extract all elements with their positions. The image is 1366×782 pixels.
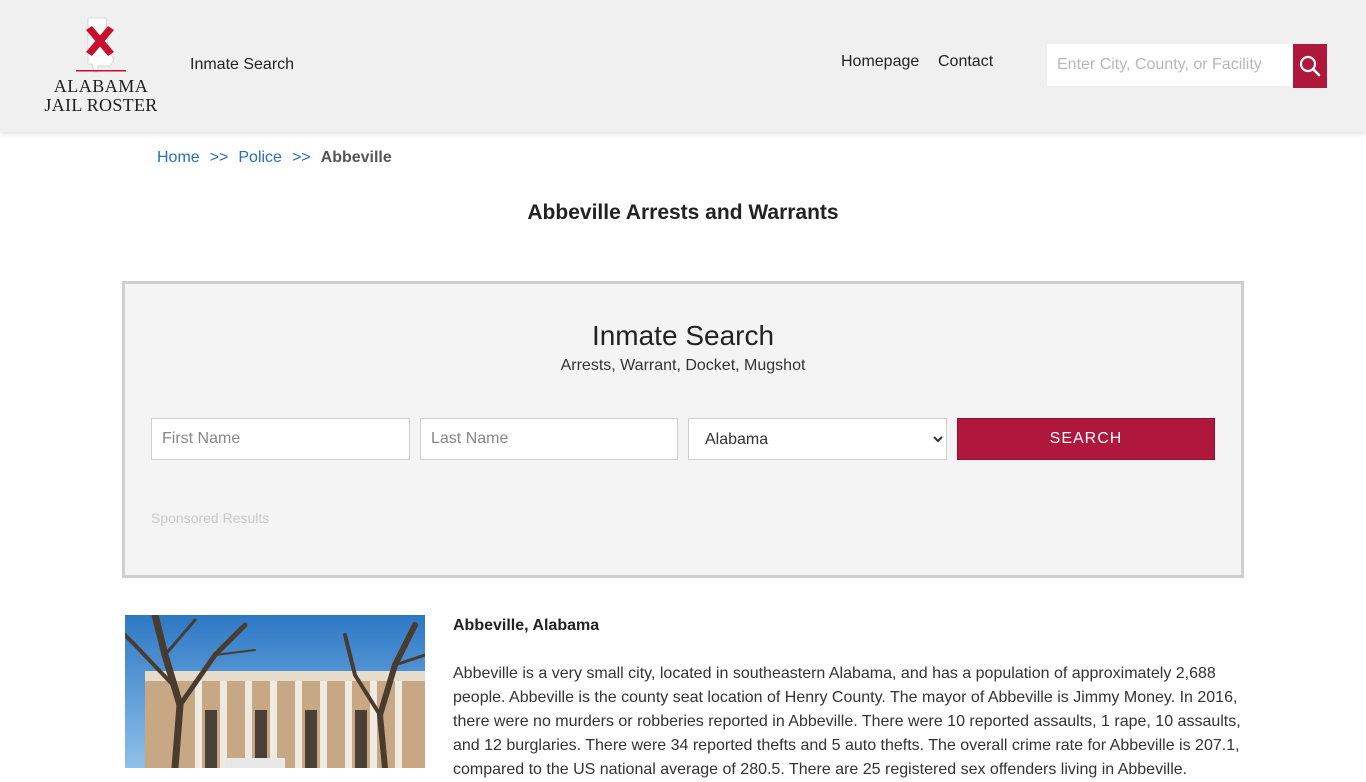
breadcrumb: Home >> Police >> Abbeville (157, 149, 392, 167)
first-name-input[interactable] (151, 418, 410, 460)
article-body: Abbeville is a very small city, located … (453, 665, 1241, 778)
courthouse-photo (125, 615, 425, 768)
facility-search-button[interactable] (1293, 44, 1327, 88)
breadcrumb-separator: >> (209, 149, 229, 166)
last-name-input[interactable] (420, 418, 678, 460)
logo-text-alabama: ALABAMA (53, 76, 149, 96)
breadcrumb-separator: >> (291, 149, 311, 166)
inmate-search-button[interactable]: SEARCH (957, 418, 1215, 460)
alabama-flag-icon (76, 17, 126, 73)
nav-inmate-search[interactable]: Inmate Search (190, 56, 294, 74)
inmate-search-subtitle: Arrests, Warrant, Docket, Mugshot (560, 357, 806, 374)
breadcrumb-police[interactable]: Police (238, 149, 282, 166)
inmate-search-panel: Inmate Search Arrests, Warrant, Docket, … (122, 281, 1244, 578)
article-heading: Abbeville, Alabama (453, 617, 600, 634)
breadcrumb-home[interactable]: Home (157, 149, 200, 166)
inmate-search-title: Inmate Search (591, 320, 775, 351)
search-icon (1299, 55, 1321, 77)
sponsored-results-label: Sponsored Results (151, 510, 270, 526)
breadcrumb-current: Abbeville (320, 149, 392, 166)
page-title: Abbeville Arrests and Warrants (527, 201, 839, 224)
site-header: ALABAMA JAIL ROSTER Inmate Search Homepa… (0, 0, 1366, 132)
city-article: Abbeville, Alabama Abbeville is a very s… (453, 617, 1248, 782)
site-logo[interactable]: ALABAMA JAIL ROSTER (40, 14, 162, 118)
logo-text-jail-roster: JAIL ROSTER (44, 95, 158, 115)
facility-search-input[interactable] (1047, 44, 1293, 86)
state-select[interactable]: Alabama (688, 418, 947, 460)
nav-contact[interactable]: Contact (938, 53, 993, 71)
nav-homepage[interactable]: Homepage (841, 53, 919, 71)
